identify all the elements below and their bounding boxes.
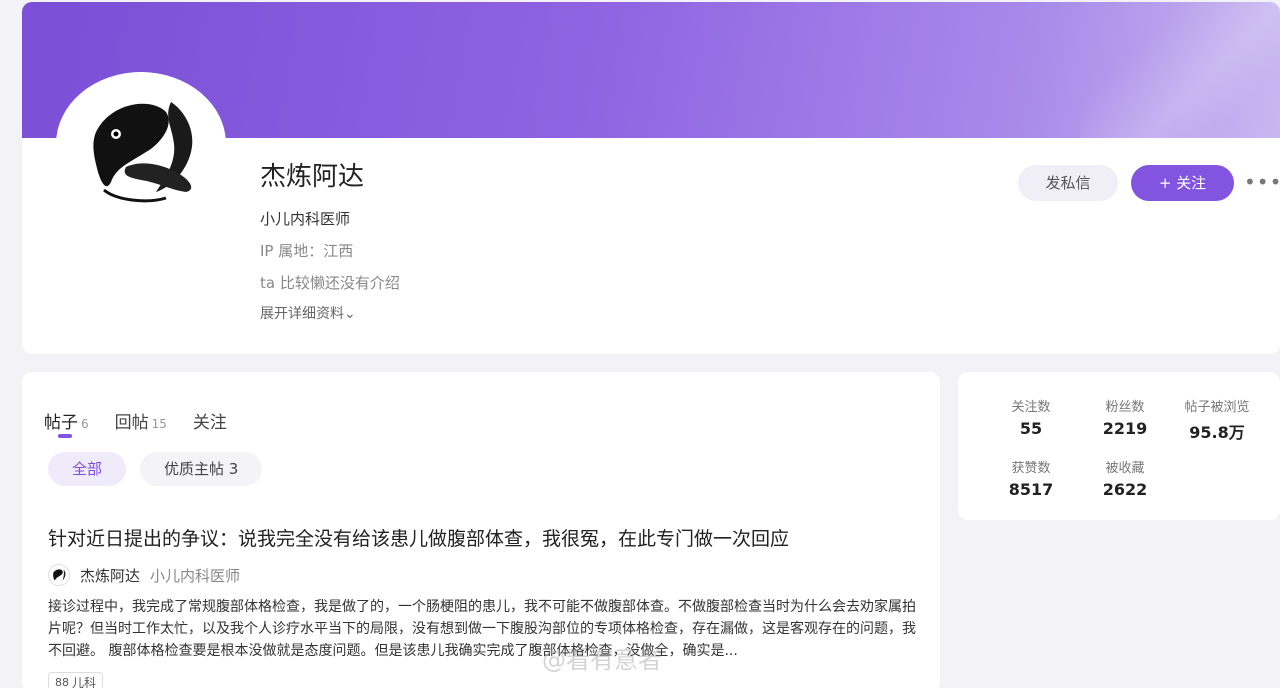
stat-likes-value: 8517: [1008, 480, 1054, 499]
tab-following[interactable]: 关注: [193, 408, 227, 433]
stat-views-value: 95.8万: [1189, 423, 1245, 442]
watermark: @看有意者: [542, 646, 662, 674]
stat-views: 帖子被浏览 95.8万: [1172, 396, 1262, 443]
ink-fish-avatar-icon: [69, 72, 213, 216]
posts-panel: 帖子 6 回帖 15 关注 全部 优质主帖 3 针对近日提出的争议：说我完全没有给该…: [22, 372, 940, 688]
stat-likes-label: 获赞数: [1011, 461, 1051, 476]
stat-fans[interactable]: 粉丝数 2219: [1080, 396, 1170, 438]
post-author: 杰炼阿达 小儿内科医师: [48, 564, 240, 586]
post-tag[interactable]: 88 儿科: [48, 672, 104, 688]
tab-replies-label: 回帖: [114, 413, 149, 433]
tab-posts[interactable]: 帖子 6: [44, 408, 89, 438]
author-title: 小儿内科医师: [150, 566, 241, 585]
stat-views-label: 帖子被浏览: [1184, 400, 1250, 415]
stat-likes: 获赞数 8517: [986, 457, 1076, 499]
follow-button[interactable]: + 关注: [1131, 165, 1234, 201]
user-title: 小儿内科医师: [260, 210, 351, 228]
stat-following-value: 55: [1019, 419, 1043, 438]
stat-favorites-label: 被收藏: [1105, 461, 1145, 476]
tab-replies[interactable]: 回帖 15: [115, 408, 167, 433]
tab-posts-label: 帖子: [44, 413, 78, 433]
post-title[interactable]: 针对近日提出的争议：说我完全没有给该患儿做腹部体查，我很冤，在此专门做一次回应: [48, 524, 789, 551]
stats-panel: 关注数 55 粉丝数 2219 帖子被浏览 95.8万 获赞数 8517 被收藏…: [958, 372, 1280, 520]
more-options-icon[interactable]: •••: [1244, 172, 1280, 192]
author-avatar[interactable]: [48, 564, 70, 586]
active-tab-indicator: [58, 434, 72, 438]
profile-card: 杰炼阿达 小儿内科医师 IP 属地：江西 ta 比较懒还没有介绍 展开详细资料⌄…: [22, 2, 1280, 354]
expand-details-link[interactable]: 展开详细资料⌄: [260, 303, 356, 323]
stat-fans-value: 2219: [1102, 419, 1148, 438]
ink-fish-mini-icon: [49, 565, 69, 585]
user-bio: ta 比较懒还没有介绍: [260, 274, 400, 292]
stat-following-label: 关注数: [1011, 400, 1051, 415]
tag-label: 儿科: [72, 676, 97, 688]
avatar[interactable]: [56, 72, 226, 216]
filter-all[interactable]: 全部: [48, 452, 127, 486]
tab-following-label: 关注: [192, 413, 227, 433]
stat-favorites: 被收藏 2622: [1080, 457, 1170, 499]
content-tabs: 帖子 6 回帖 15 关注: [44, 408, 253, 438]
post-filters: 全部 优质主帖 3: [48, 452, 276, 486]
stat-favorites-value: 2622: [1102, 480, 1148, 499]
banner-decoration: [1080, 2, 1280, 138]
author-name[interactable]: 杰炼阿达: [80, 565, 140, 586]
ip-location: IP 属地：江西: [260, 242, 354, 260]
tab-posts-count: 6: [81, 417, 89, 431]
filter-quality-posts[interactable]: 优质主帖 3: [140, 452, 263, 486]
tag-icon: 88: [55, 676, 69, 688]
chevron-down-icon: ⌄: [344, 306, 356, 322]
send-message-button[interactable]: 发私信: [1018, 165, 1118, 201]
tab-replies-count: 15: [151, 417, 167, 431]
stat-fans-label: 粉丝数: [1105, 400, 1145, 415]
stat-following[interactable]: 关注数 55: [986, 396, 1076, 438]
user-name: 杰炼阿达: [260, 162, 365, 192]
post-excerpt[interactable]: 接诊过程中，我完成了常规腹部体格检查，我是做了的，一个肠梗阻的患儿，我不可能不做…: [48, 596, 918, 662]
expand-details-label: 展开详细资料: [260, 306, 344, 322]
